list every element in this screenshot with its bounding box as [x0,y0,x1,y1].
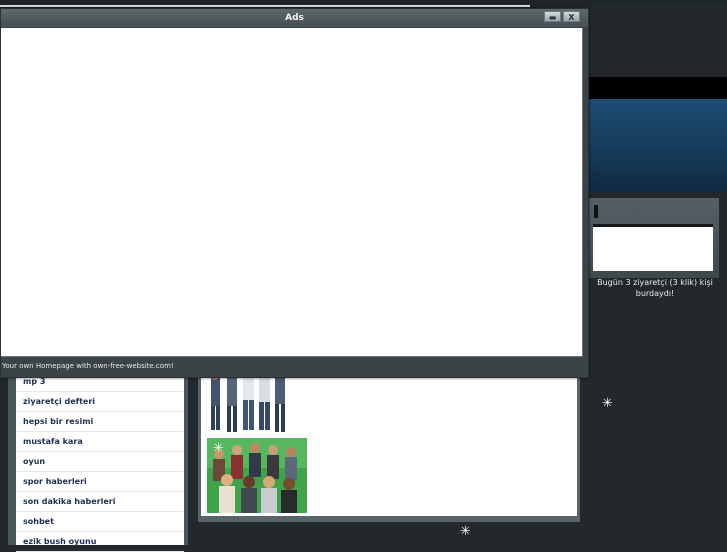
ads-window-title[interactable]: Ads [1,9,588,27]
menu-item-guestbook[interactable]: ziyaretçi defteri [16,392,184,412]
menu-item-photos[interactable]: hepsi bir resimi [16,412,184,432]
menu-item-bush-game[interactable]: ezik bush oyunu [16,532,184,552]
content-panel: ✳ [201,372,577,516]
widget-content [593,227,713,271]
ads-window[interactable]: Ads ▬ X Your own Homepage with own-free-… [0,8,589,378]
close-button[interactable]: X [563,11,580,22]
main-content: ✳ [198,372,580,522]
header-banner [588,99,727,192]
menu-item-mustafa-kara[interactable]: mustafa kara [16,432,184,452]
nav-menu: mp 3 ziyaretçi defteri hepsi bir resimi … [8,372,188,552]
menu-item-chat[interactable]: sohbet [16,512,184,532]
top-divider [0,5,530,7]
minimize-button[interactable]: ▬ [544,11,561,22]
visitor-counter-text: Bugün 3 ziyaretçi (3 klik) kişi burdaydı… [597,278,713,298]
sparkle-icon: ✳ [213,441,224,456]
menu-item-breaking-news[interactable]: son dakika haberleri [16,492,184,512]
ads-footer-link[interactable]: Your own Homepage with own-free-website.… [1,361,174,371]
header-black-band [588,77,727,99]
window-controls: ▬ X [544,11,582,23]
group-photo-1 [207,372,291,436]
nav-menu-list: mp 3 ziyaretçi defteri hepsi bir resimi … [16,372,184,552]
sparkle-icon: ✳ [602,396,613,411]
sparkle-icon: ✳ [460,524,471,539]
counter-widget [589,198,719,278]
menu-item-sports-news[interactable]: spor haberleri [16,472,184,492]
widget-marker [594,205,598,218]
ads-content[interactable] [1,28,583,357]
menu-item-games[interactable]: oyun [16,452,184,472]
